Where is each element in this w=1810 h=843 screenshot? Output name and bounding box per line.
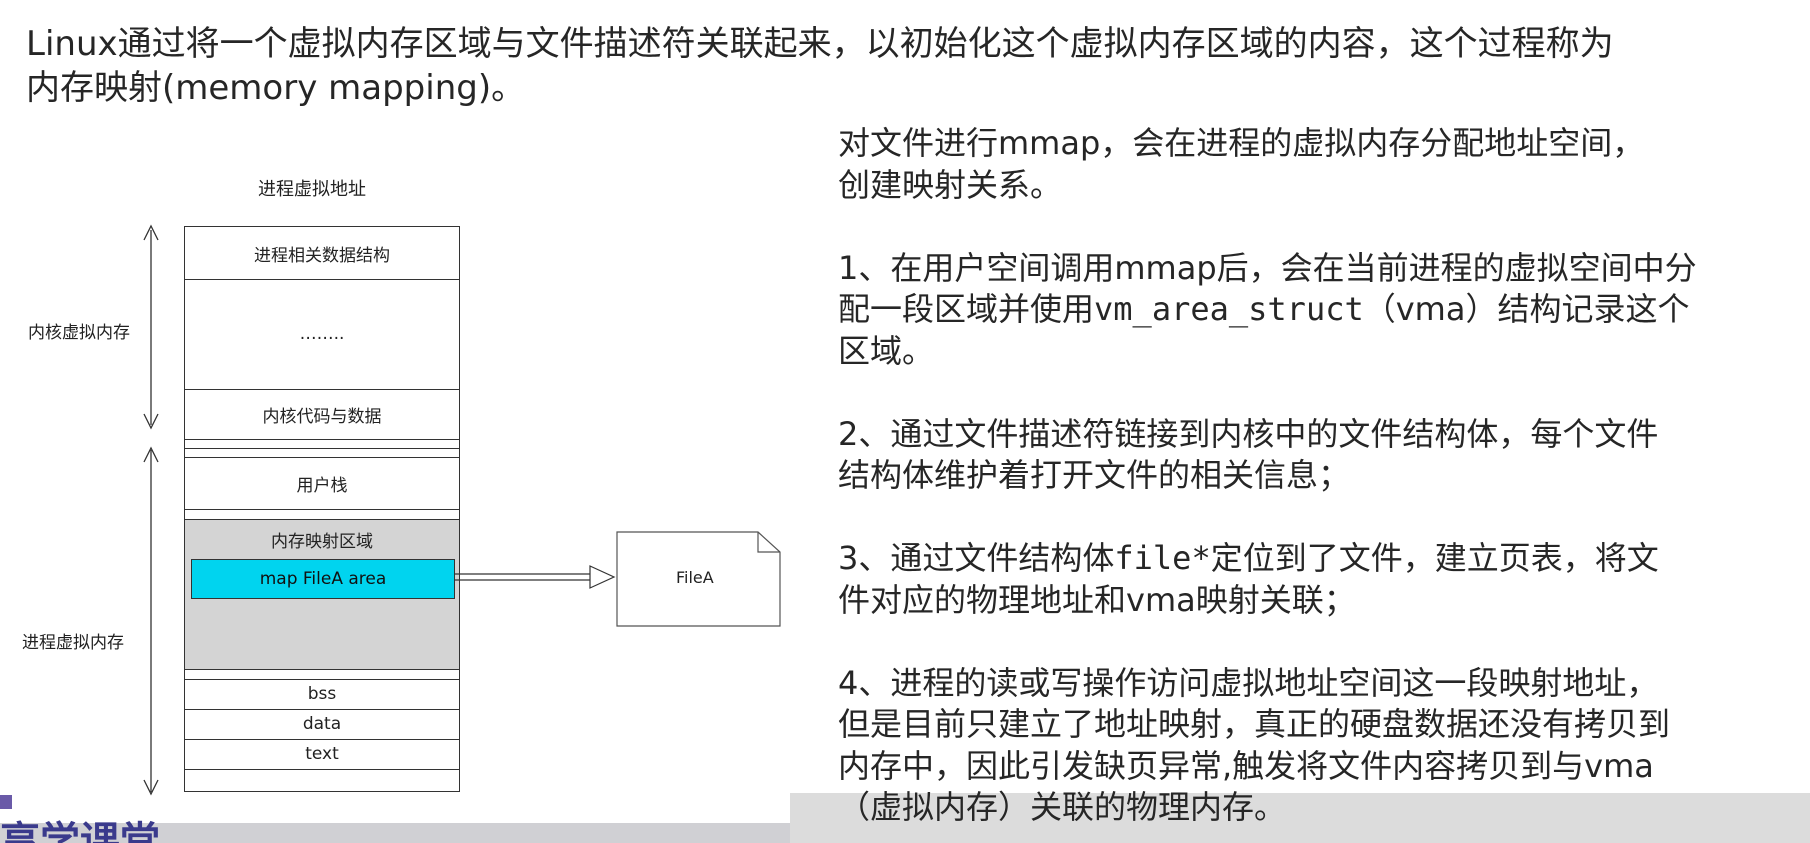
process-range-bracket <box>143 446 159 796</box>
step3-l2: 件对应的物理地址和vma映射关联； <box>838 580 1356 619</box>
filea-label: FileA <box>676 568 714 587</box>
step4-l2: 但是目前只建立了地址映射，真正的硬盘数据还没有拷贝到 <box>838 705 1671 743</box>
map-arrow <box>454 565 616 589</box>
step4-l3: 内存中，因此引发缺页异常,触发将文件内容拷贝到与vma <box>838 746 1654 785</box>
explain-intro-l1: 对文件进行mmap，会在进程的虚拟内存分配地址空间， <box>838 124 1645 162</box>
step1-l2: 配一段区域并使用vm_area_struct（vma）结构记录这个 <box>838 290 1690 328</box>
step2-l1: 2、通过文件描述符链接到内核中的文件结构体，每个文件 <box>838 414 1659 453</box>
step1-l3: 区域。 <box>838 331 935 370</box>
step2-l2: 结构体维护着打开文件的相关信息； <box>838 456 1351 494</box>
step4-l4: （虚拟内存）关联的物理内存。 <box>838 788 1287 826</box>
kernel-range-bracket <box>143 224 159 430</box>
step1-l1: 1、在用户空间调用mmap后，会在当前进程的虚拟空间中分 <box>838 248 1697 287</box>
explain-intro-l2: 创建映射关系。 <box>838 165 1063 204</box>
step1-code: vm_area_struct <box>1094 290 1364 328</box>
explanation-text: 对文件进行mmap，会在进程的虚拟内存分配地址空间， 创建映射关系。 1、在用户… <box>838 123 1798 829</box>
step3-code: file* <box>1114 539 1211 577</box>
step4-l1: 4、进程的读或写操作访问虚拟地址空间这一段映射地址， <box>838 663 1659 702</box>
step3-l1: 3、通过文件结构体file*定位到了文件，建立页表，将文 <box>838 539 1659 577</box>
